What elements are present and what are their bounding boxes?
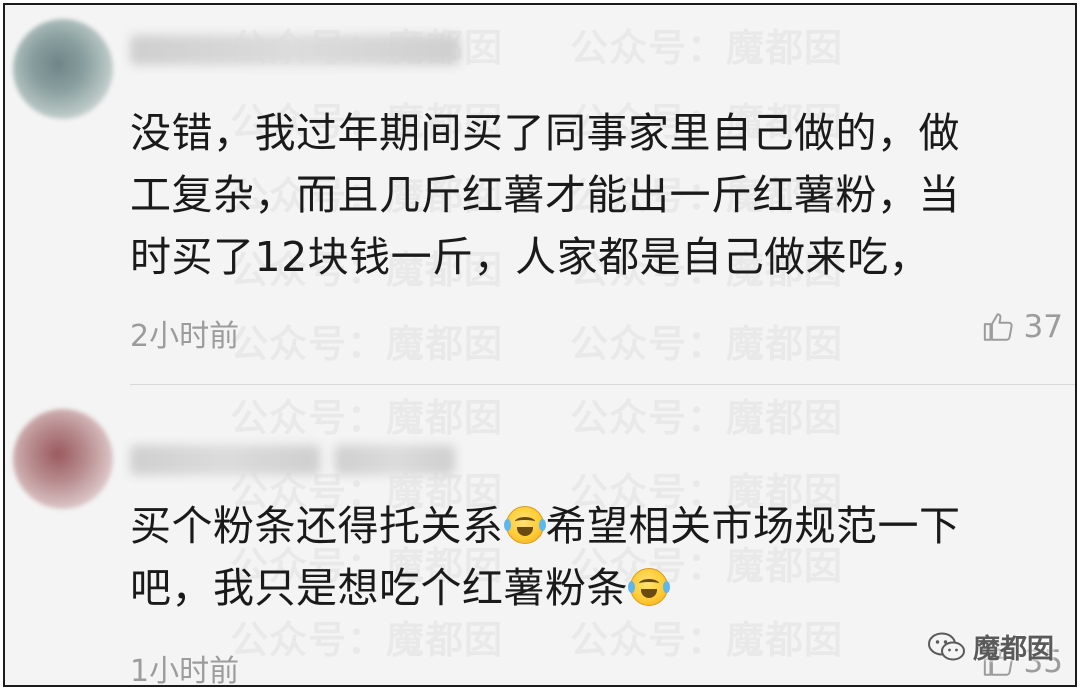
watermark: 公众号：魔都囡 (570, 17, 843, 72)
username-blurred[interactable] (130, 445, 320, 475)
divider (130, 384, 1075, 385)
like-count: 37 (1023, 309, 1063, 345)
comment-time: 2小时前 (130, 319, 240, 354)
watermark: 公众号：魔都囡 (570, 387, 843, 442)
comment-text: 买个粉条还得托关系 希望相关市场规范一下 吧，我只是想吃个红薯粉条 (130, 495, 1050, 619)
watermark: 公众号：魔都囡 (570, 313, 843, 368)
brand-name: 魔都囡 (973, 634, 1054, 665)
thumbs-up-icon (983, 313, 1013, 341)
watermark: 公众号：魔都囡 (230, 387, 503, 442)
comment-line: 时买了12块钱一斤，人家都是自己做来吃， (130, 233, 931, 281)
username-blurred[interactable] (335, 445, 455, 475)
screenshot-frame: 公众号：魔都囡 公众号：魔都囡 公众号：魔都囡 公众号：魔都囡 公众号：魔都囡 … (3, 3, 1077, 687)
comment-line: 吧，我只是想吃个红薯粉条 (130, 557, 1050, 619)
wechat-icon (928, 632, 965, 660)
avatar[interactable] (13, 19, 113, 119)
username-blurred[interactable] (130, 35, 460, 65)
like-button[interactable]: 37 (982, 309, 1063, 345)
comment-line: 工复杂，而且几斤红薯才能出一斤红薯粉，当 (130, 171, 960, 219)
brand-watermark: 魔都囡 (927, 627, 1054, 666)
laugh-cry-emoji-icon (628, 568, 670, 606)
watermark: 公众号：魔都囡 (230, 313, 503, 368)
comment-text: 没错，我过年期间买了同事家里自己做的，做 工复杂，而且几斤红薯才能出一斤红薯粉，… (130, 102, 1050, 288)
comment-line: 买个粉条还得托关系 希望相关市场规范一下 (130, 502, 961, 550)
laugh-cry-emoji-icon (503, 506, 546, 544)
avatar[interactable] (13, 409, 113, 509)
comment-time: 1小时前 (130, 654, 240, 687)
comment-line: 没错，我过年期间买了同事家里自己做的，做 (130, 109, 960, 157)
